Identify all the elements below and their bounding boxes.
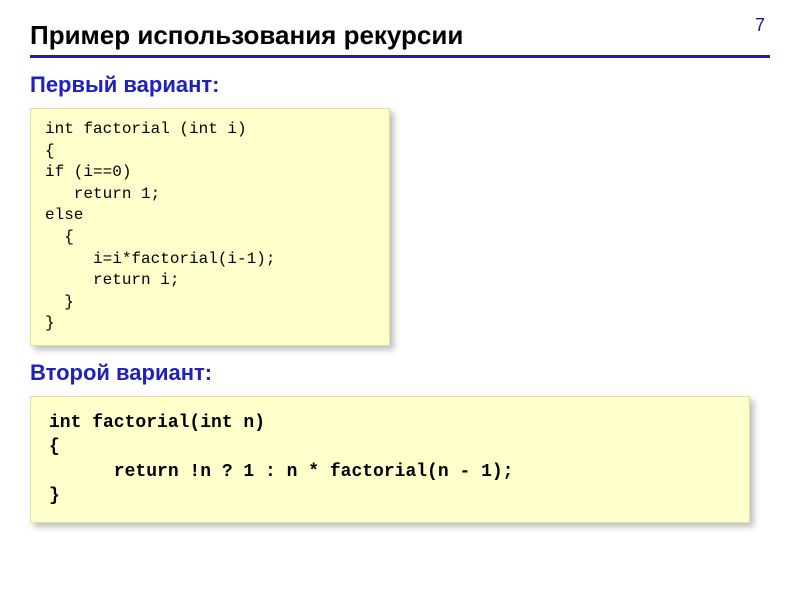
page-number: 7 bbox=[755, 15, 765, 36]
code-block-1: int factorial (int i) { if (i==0) return… bbox=[30, 108, 390, 346]
slide-title: Пример использования рекурсии bbox=[30, 20, 770, 58]
section-heading-1: Первый вариант: bbox=[30, 72, 770, 98]
section-heading-2: Второй вариант: bbox=[30, 360, 770, 386]
code-block-2: int factorial(int n) { return !n ? 1 : n… bbox=[30, 396, 750, 523]
